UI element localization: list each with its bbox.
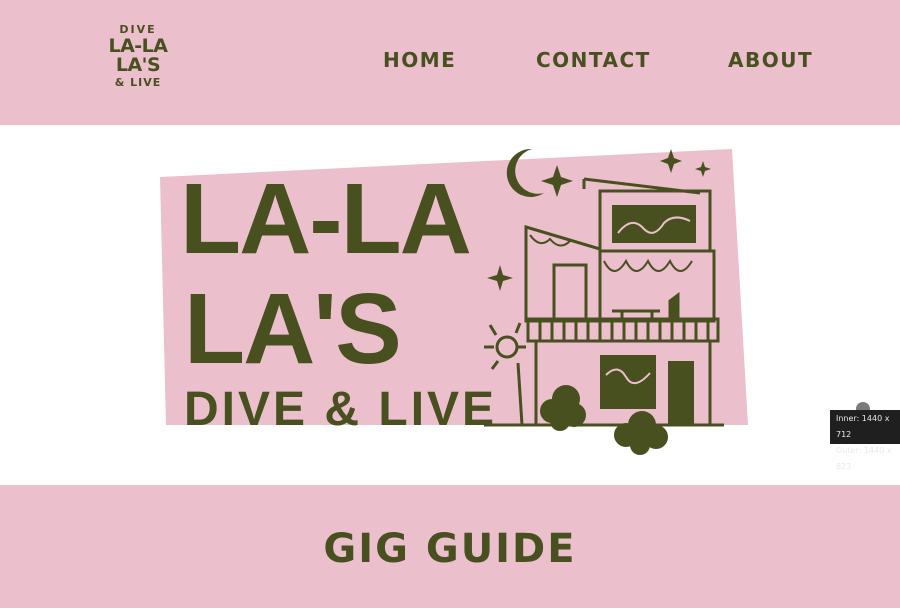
hero-title-line2: LA'S (184, 273, 400, 385)
main-nav: HOME CONTACT ABOUT (0, 48, 900, 74)
nav-about-link[interactable]: ABOUT (728, 48, 813, 72)
nav-contact-link[interactable]: CONTACT (536, 48, 651, 72)
hero-title-line1: LA-LA (180, 163, 470, 275)
logo-line-live: & LIVE (114, 76, 162, 89)
hero-banner: LA-LA LA'S DIVE & LIVE (0, 125, 900, 485)
nav-home-link[interactable]: HOME (383, 48, 456, 72)
gig-guide-title: GIG GUIDE (323, 526, 577, 572)
logo-line-dive: DIVE (119, 23, 157, 36)
hero-illustration: LA-LA LA'S DIVE & LIVE (160, 148, 748, 455)
inner-size-text: Inner: 1440 x 712 (836, 414, 890, 439)
outer-size-text: Outer: 1440 x 823 (836, 446, 892, 471)
hero-subtitle: DIVE & LIVE (184, 383, 497, 436)
site-header: DIVE LA-LA LA'S & LIVE HOME CONTACT ABOU… (0, 0, 900, 125)
viewport-size-tooltip: Inner: 1440 x 712 Outer: 1440 x 823 (830, 410, 900, 471)
